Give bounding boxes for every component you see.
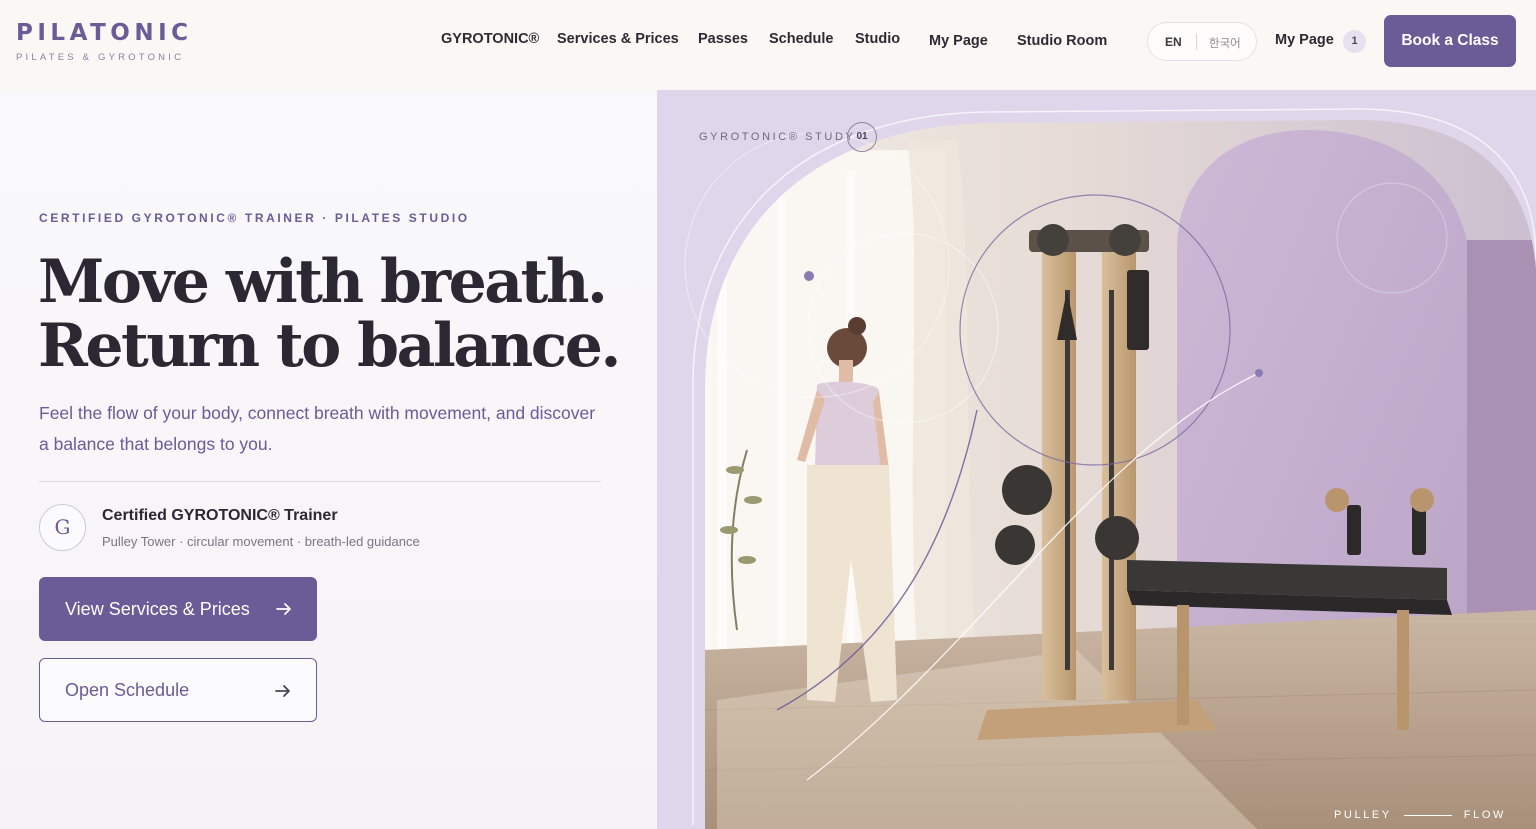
divider <box>39 481 601 482</box>
flow-line <box>1403 814 1452 816</box>
hero-visual-panel: GYROTONIC® STUDY 01 PULLEY FLOW <box>657 90 1536 829</box>
headline-line-1: Move with breath. <box>38 247 608 317</box>
lang-en-option[interactable]: EN <box>1165 35 1182 49</box>
lang-ko-option[interactable]: 한국어 <box>1209 35 1241 51</box>
pulley-flow-caption: PULLEY FLOW <box>1334 809 1506 821</box>
site-header: PILATONIC PILATES & GYROTONIC GYROTONIC®… <box>0 0 1536 90</box>
arrow-right-icon <box>275 685 290 697</box>
hero-eyebrow: CERTIFIED GYROTONIC® TRAINER · PILATES S… <box>39 211 470 225</box>
certification-details: Pulley Tower · circular movement · breat… <box>102 534 420 549</box>
brand-logo[interactable]: PILATONIC PILATES & GYROTONIC <box>16 20 193 63</box>
nav-studio-room[interactable]: Studio Room <box>1017 33 1107 49</box>
brand-tagline: PILATES & GYROTONIC <box>16 52 185 63</box>
flow-right-label: FLOW <box>1463 809 1506 821</box>
view-services-label: View Services & Prices <box>65 599 250 619</box>
studio-photo <box>684 108 1536 829</box>
language-switcher: EN 한국어 <box>1147 22 1257 61</box>
open-schedule-button[interactable]: Open Schedule <box>39 658 317 722</box>
nav-passes[interactable]: Passes <box>698 31 748 47</box>
nav-schedule[interactable]: Schedule <box>769 31 833 47</box>
open-schedule-label: Open Schedule <box>65 680 190 700</box>
nav-studio[interactable]: Studio <box>855 31 900 47</box>
hero-headline: Move with breath. Return to balance. <box>38 247 621 381</box>
trainer-monogram: G <box>39 504 86 551</box>
certification-title: Certified GYROTONIC® Trainer <box>102 507 338 524</box>
arrow-right-icon <box>276 603 291 615</box>
lang-divider <box>1196 33 1197 50</box>
hero-subtitle: Feel the flow of your body, connect brea… <box>39 403 596 454</box>
nav-services-prices[interactable]: Services & Prices <box>557 31 679 47</box>
brand-name: PILATONIC <box>16 20 193 46</box>
account-badge: 1 <box>1343 30 1366 53</box>
flow-left-label: PULLEY <box>1334 809 1392 821</box>
nav-my-page[interactable]: My Page <box>929 33 988 49</box>
nav-gyrotonic[interactable]: GYROTONIC® <box>441 31 539 47</box>
headline-line-2: Return to balance. <box>38 311 621 381</box>
view-services-button[interactable]: View Services & Prices <box>39 577 317 641</box>
study-label: GYROTONIC® STUDY <box>699 131 856 143</box>
book-class-button[interactable]: Book a Class <box>1384 15 1516 67</box>
study-number: 01 <box>847 122 877 152</box>
account-link[interactable]: My Page <box>1275 32 1334 48</box>
